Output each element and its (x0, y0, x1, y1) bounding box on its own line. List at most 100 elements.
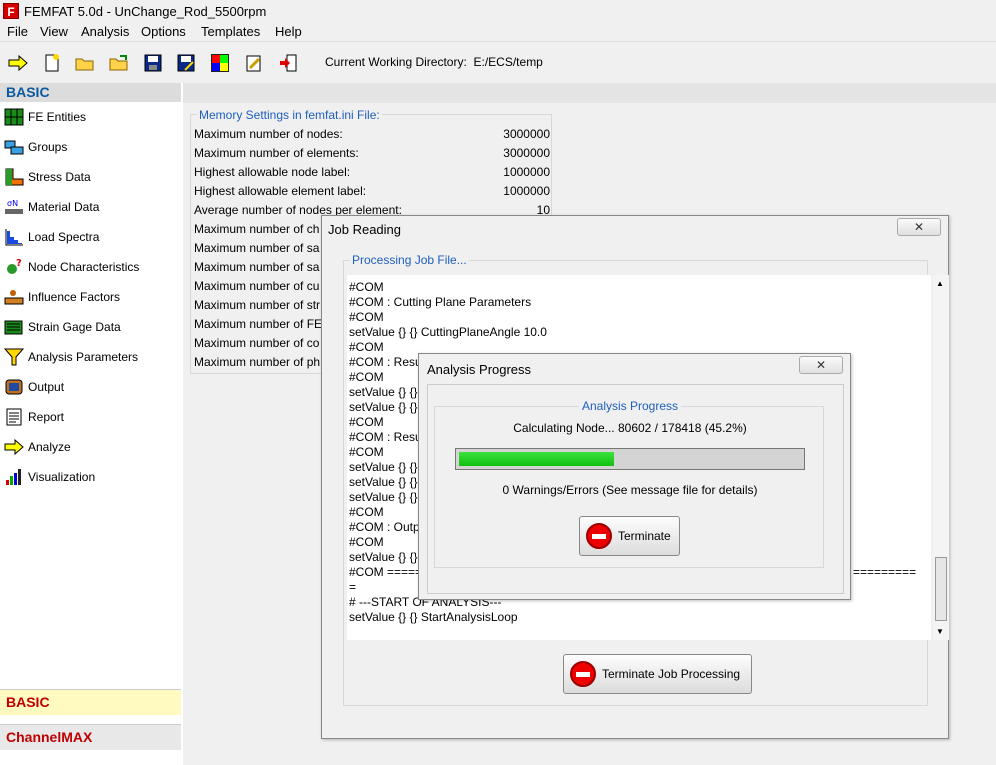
output-icon (4, 378, 24, 396)
sidebar-header: BASIC (0, 83, 181, 102)
exit-icon[interactable] (277, 52, 299, 74)
code-line: #COM (349, 535, 384, 549)
run-arrow-icon[interactable] (7, 52, 29, 74)
new-file-icon[interactable] (41, 52, 63, 74)
code-line: setValue {} {} CuttingPlaneAngle 10.0 (349, 325, 547, 339)
code-line: setValue {} {} (349, 460, 418, 474)
sidebar-item-analyze[interactable]: Analyze (4, 437, 71, 457)
code-line: #COM (349, 415, 384, 429)
scroll-thumb[interactable] (935, 557, 947, 621)
menu-file[interactable]: File (7, 24, 28, 39)
code-line: #COM : Outpu (349, 520, 427, 534)
node-char-icon: ? (4, 258, 24, 276)
menu-options[interactable]: Options (141, 24, 186, 39)
code-line: setValue {} {} (349, 400, 418, 414)
groups-icon (4, 138, 24, 156)
report-icon (4, 408, 24, 426)
job-processing-title: Processing Job File... (350, 253, 469, 267)
scroll-down-icon[interactable]: ▼ (936, 627, 944, 636)
sidebar-item-material-data[interactable]: σN Material Data (4, 197, 99, 217)
scroll-up-icon[interactable]: ▲ (936, 279, 944, 288)
progress-close-button[interactable]: ✕ (799, 356, 843, 374)
terminate-button[interactable]: Terminate (579, 516, 680, 556)
memory-settings-title: Memory Settings in femfat.ini File: (197, 108, 382, 122)
code-line: setValue {} {} StartAnalysisLoop (349, 610, 518, 624)
funnel-icon (4, 348, 24, 366)
sidebar-item-influence-factors[interactable]: Influence Factors (4, 287, 120, 307)
sidebar-item-groups[interactable]: Groups (4, 137, 67, 157)
spectrum-icon (4, 228, 24, 246)
app-logo: F (3, 3, 19, 19)
toolbar: Current Working Directory: E:/ECS/temp (0, 43, 996, 83)
window-title: FEMFAT 5.0d - UnChange_Rod_5500rpm (24, 4, 267, 19)
menu-templates[interactable]: Templates (201, 24, 260, 39)
memory-row: Highest allowable element label: 1000000 (194, 184, 550, 198)
cwd-value: E:/ECS/temp (473, 55, 543, 69)
code-line: #COM (349, 370, 384, 384)
terminate-job-button[interactable]: Terminate Job Processing (563, 654, 752, 694)
stress-icon (4, 168, 24, 186)
stop-icon (586, 523, 612, 549)
analysis-progress-dialog: Analysis Progress ✕ Analysis Progress Ca… (418, 353, 851, 600)
code-line: #COM (349, 445, 384, 459)
memory-row: Highest allowable node label: 1000000 (194, 165, 550, 179)
analysis-progress-title: Analysis Progress (427, 362, 532, 377)
edit-icon[interactable] (243, 52, 265, 74)
title-bar: F FEMFAT 5.0d - UnChange_Rod_5500rpm (0, 0, 996, 22)
menu-bar: File View Analysis Options Templates Hel… (0, 22, 996, 42)
bar-chart-icon (4, 468, 24, 486)
stop-icon (570, 661, 596, 687)
svg-text:?: ? (16, 258, 22, 269)
code-line: setValue {} {} (349, 550, 418, 564)
sidebar-item-report[interactable]: Report (4, 407, 64, 427)
sn-curve-icon: σN (4, 198, 24, 216)
color-palette-icon[interactable] (209, 52, 231, 74)
analyze-arrow-icon (4, 438, 24, 456)
code-line: = (349, 580, 357, 594)
job-text-scrollbar[interactable]: ▲ ▼ (933, 275, 949, 640)
save-icon[interactable] (142, 52, 164, 74)
sidebar-footer-channelmax[interactable]: ChannelMAX (0, 724, 181, 750)
cwd-label: Current Working Directory: E:/ECS/temp (325, 55, 543, 69)
sidebar-item-analysis-parameters[interactable]: Analysis Parameters (4, 347, 138, 367)
code-line: #COM : Resu (349, 355, 422, 369)
progress-status: Calculating Node... 80602 / 178418 (45.2… (513, 421, 747, 435)
code-line: setValue {} {} (349, 385, 418, 399)
save-as-icon[interactable] (175, 52, 197, 74)
svg-text:σN: σN (7, 199, 18, 208)
code-line: #COM (349, 280, 384, 294)
sidebar: BASIC FE Entities Groups Stress Data σN M… (0, 83, 183, 765)
sidebar-item-load-spectra[interactable]: Load Spectra (4, 227, 99, 247)
sidebar-item-fe-entities[interactable]: FE Entities (4, 107, 86, 127)
code-line: setValue {} {} (349, 490, 418, 504)
job-reading-title: Job Reading (328, 222, 401, 237)
menu-analysis[interactable]: Analysis (81, 24, 129, 39)
code-line-overflow: ========= (853, 565, 917, 579)
memory-row: Maximum number of nodes: 3000000 (194, 127, 550, 141)
sidebar-footer-basic[interactable]: BASIC (0, 689, 181, 715)
code-line: #COM : Resu (349, 430, 422, 444)
menu-view[interactable]: View (40, 24, 68, 39)
open-recent-icon[interactable] (108, 52, 130, 74)
code-line: #COM (349, 310, 384, 324)
progress-bar (455, 448, 805, 470)
job-close-button[interactable]: ✕ (897, 218, 941, 236)
sidebar-item-stress-data[interactable]: Stress Data (4, 167, 91, 187)
sidebar-item-visualization[interactable]: Visualization (4, 467, 95, 487)
open-folder-icon[interactable] (74, 52, 96, 74)
influence-icon (4, 288, 24, 306)
progress-fill (459, 452, 614, 466)
progress-group-title: Analysis Progress (435, 399, 825, 413)
strain-gage-icon (4, 318, 24, 336)
menu-help[interactable]: Help (275, 24, 302, 39)
progress-group: Analysis Progress Calculating Node... 80… (434, 399, 824, 568)
sidebar-item-strain-gage-data[interactable]: Strain Gage Data (4, 317, 121, 337)
code-line: #COM (349, 340, 384, 354)
code-line: #COM : Cutting Plane Parameters (349, 295, 532, 309)
sidebar-item-output[interactable]: Output (4, 377, 64, 397)
warnings-text: 0 Warnings/Errors (See message file for … (502, 483, 758, 497)
sidebar-item-node-characteristics[interactable]: ? Node Characteristics (4, 257, 139, 277)
memory-row: Maximum number of elements: 3000000 (194, 146, 550, 160)
code-line: setValue {} {} (349, 475, 418, 489)
mesh-icon (4, 108, 24, 126)
